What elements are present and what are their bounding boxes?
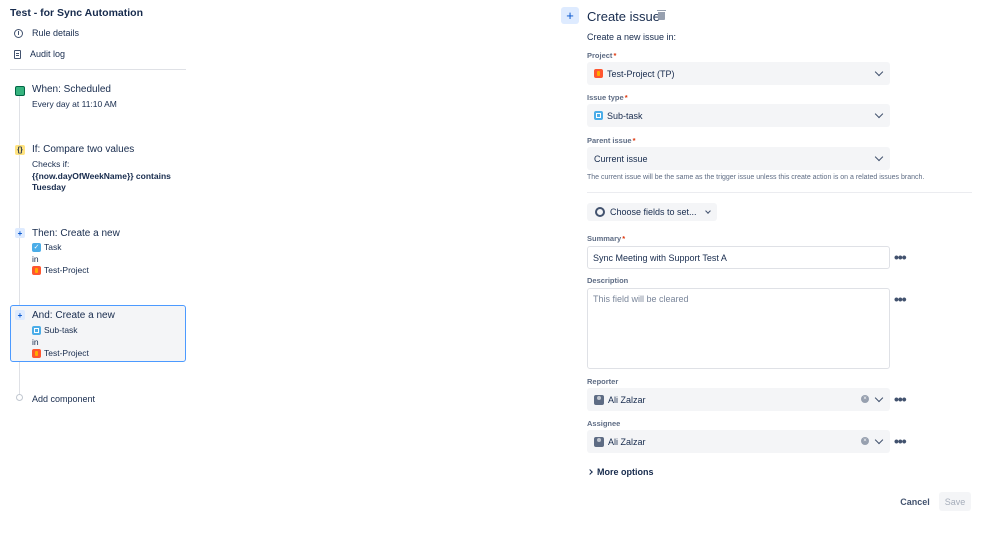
action2-title: And: Create a new (32, 310, 115, 321)
condition-title: If: Compare two values (32, 144, 135, 155)
avatar-icon (594, 394, 604, 405)
action1-in: in (32, 254, 39, 264)
parent-issue-label: Parent issue* (587, 136, 636, 145)
chevron-down-icon (874, 67, 884, 77)
chevron-down-icon (874, 109, 884, 119)
issue-type-label: Issue type* (587, 93, 628, 102)
assignee-more-icon[interactable]: ••• (894, 434, 907, 448)
assignee-select[interactable]: Ali Zalzar × (587, 430, 890, 453)
avatar-icon (594, 436, 604, 447)
assignee-value: Ali Zalzar (608, 436, 646, 447)
project-icon (32, 348, 41, 358)
issue-type-value: Sub-task (607, 110, 643, 121)
parent-issue-select[interactable]: Current issue (587, 147, 890, 170)
reporter-label: Reporter (587, 377, 619, 386)
calendar-icon (15, 86, 25, 96)
parent-issue-value: Current issue (594, 153, 648, 164)
add-component-dot-icon (16, 394, 23, 401)
clear-icon[interactable]: × (861, 395, 869, 403)
trigger-title: When: Scheduled (32, 84, 111, 95)
chevron-down-icon (874, 393, 884, 403)
reporter-value: Ali Zalzar (608, 394, 646, 405)
trigger-scheduled[interactable]: When: Scheduled Every day at 11:10 AM (10, 82, 186, 114)
add-component-link[interactable]: Add component (32, 394, 95, 404)
summary-input[interactable] (587, 246, 890, 269)
description-more-icon[interactable]: ••• (894, 292, 907, 306)
condition-line2: {{now.dayOfWeekName}} contains (32, 171, 171, 181)
choose-fields-button[interactable]: Choose fields to set... (587, 203, 717, 221)
more-options-label: More options (597, 467, 654, 477)
action1-project-label: Test-Project (44, 265, 89, 275)
project-label: Project* (587, 51, 617, 60)
chevron-down-icon (704, 208, 711, 214)
more-options-toggle[interactable]: More options (587, 467, 654, 477)
gear-icon (595, 207, 605, 217)
parent-helper-text: The current issue will be the same as th… (587, 174, 925, 181)
summary-more-icon[interactable]: ••• (894, 250, 907, 264)
plus-icon: + (15, 228, 25, 238)
info-icon (14, 28, 23, 38)
action2-project-label: Test-Project (44, 348, 89, 358)
divider (587, 192, 972, 193)
reporter-select[interactable]: Ali Zalzar × (587, 388, 890, 411)
nav-rule-details[interactable]: Rule details (14, 28, 79, 38)
assignee-label: Assignee (587, 419, 621, 428)
description-textarea[interactable] (587, 288, 890, 369)
project-value: Test-Project (TP) (607, 68, 675, 79)
action-create-subtask[interactable]: + And: Create a new Sub-task in Test-Pro… (10, 305, 186, 362)
trigger-detail: Every day at 11:10 AM (32, 99, 117, 109)
action2-type-label: Sub-task (44, 325, 78, 335)
condition-compare[interactable]: {} If: Compare two values Checks if: {{n… (10, 142, 186, 194)
action2-in: in (32, 337, 39, 347)
create-in-heading: Create a new issue in: (587, 32, 677, 42)
panel-title: Create issue (587, 9, 660, 24)
chevron-down-icon (874, 435, 884, 445)
curly-braces-icon: {} (15, 145, 25, 155)
plus-icon: + (15, 310, 25, 320)
rule-title: Test - for Sync Automation (10, 7, 144, 19)
nav-audit-log[interactable]: Audit log (14, 49, 65, 59)
chevron-down-icon (874, 152, 884, 162)
task-checkbox-icon: ✓ (32, 242, 41, 252)
action1-project: Test-Project (32, 265, 89, 275)
action2-type: Sub-task (32, 325, 78, 335)
action1-type-label: Task (44, 242, 62, 252)
audit-log-icon (14, 49, 21, 59)
choose-fields-label: Choose fields to set... (610, 207, 697, 217)
trash-icon[interactable] (657, 10, 666, 20)
rule-sidebar: Test - for Sync Automation Rule details … (0, 0, 195, 542)
condition-line1: Checks if: (32, 159, 70, 169)
action-create-task[interactable]: + Then: Create a new ✓ Task in Test-Proj… (10, 225, 186, 277)
save-button[interactable]: Save (939, 492, 971, 511)
description-label: Description (587, 276, 629, 285)
nav-audit-log-label: Audit log (30, 49, 66, 59)
condition-line3: Tuesday (32, 182, 66, 192)
issue-type-select[interactable]: Sub-task (587, 104, 890, 127)
clear-icon[interactable]: × (861, 437, 869, 445)
subtask-icon (594, 111, 603, 120)
add-action-button[interactable]: + (561, 7, 579, 24)
project-icon (32, 265, 41, 275)
action1-type: ✓ Task (32, 242, 61, 252)
project-icon (594, 69, 603, 78)
subtask-icon (32, 325, 41, 335)
nav-rule-details-label: Rule details (32, 28, 80, 38)
reporter-more-icon[interactable]: ••• (894, 392, 907, 406)
action1-title: Then: Create a new (32, 228, 120, 239)
action2-project: Test-Project (32, 348, 89, 358)
divider (10, 69, 186, 70)
cancel-button[interactable]: Cancel (896, 492, 934, 511)
chevron-right-icon (587, 469, 593, 475)
summary-label: Summary* (587, 234, 626, 243)
project-select[interactable]: Test-Project (TP) (587, 62, 890, 85)
